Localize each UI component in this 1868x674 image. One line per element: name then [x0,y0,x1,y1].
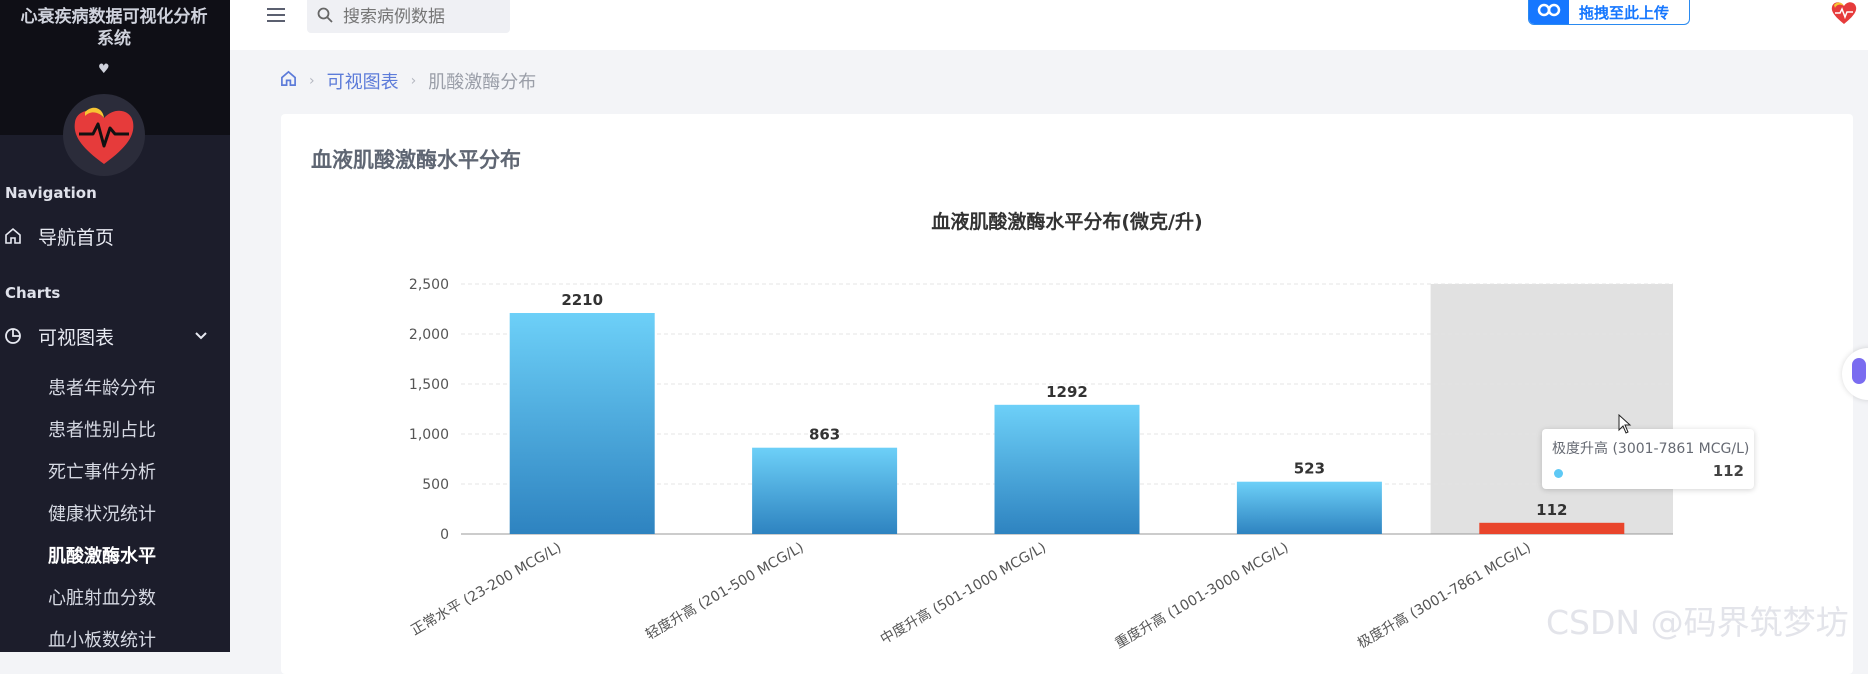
x-tick-label: 轻度升高 (201-500 MCG/L) [643,539,807,643]
x-tick-label: 重度升高 (1001-3000 MCG/L) [1112,539,1291,652]
topbar: 拖拽至此上传 [230,0,1868,50]
sidebar-subitem-ejection[interactable]: 心脏射血分数 [48,584,156,610]
hover-band [1430,284,1673,534]
chevron-down-icon [194,326,208,348]
data-label: 112 [1536,501,1567,519]
y-tick-label: 2,500 [409,277,449,293]
tooltip-title: 极度升高 (3001-7861 MCG/L) [1552,441,1750,457]
tooltip-series-dot [1554,469,1563,478]
data-label: 863 [809,426,840,444]
bar [994,404,1140,534]
x-tick-label: 极度升高 (3001-7861 MCG/L) [1354,539,1533,652]
sidebar-item-charts[interactable]: 可视图表 [0,318,230,354]
upload-button[interactable]: 拖拽至此上传 [1528,0,1690,25]
sidebar-subitem-gender[interactable]: 患者性别占比 [48,416,156,442]
breadcrumb-link[interactable]: 可视图表 [327,68,399,94]
breadcrumb-current: 肌酸激酶分布 [428,72,537,93]
search-icon [317,7,333,27]
data-label: 2210 [561,291,603,309]
mouse-cursor-icon [1618,413,1632,438]
app-logo [63,94,145,176]
sidebar: 心衰疾病数据可视化分析系统 ♥ Navigation 导航首页 Charts 可… [0,0,230,652]
section-navigation: Navigation [5,184,97,202]
search-box [307,0,510,33]
sidebar-subitem-platelets[interactable]: 血小板数统计 [48,626,156,652]
y-tick-label: 1,000 [409,427,449,443]
app-title: 心衰疾病数据可视化分析系统 [20,7,208,49]
heart-logo-icon [74,107,134,164]
sidebar-item-home[interactable]: 导航首页 [0,218,230,254]
y-tick-label: 500 [422,477,449,493]
breadcrumb-separator: › [410,73,417,89]
chart-card: 血液肌酸激酶水平分布 血液肌酸激酶水平分布(微克/升) 0 500 1,000 1,50… [281,114,1853,674]
y-tick-label: 1,500 [409,377,449,393]
chart-tooltip: 极度升高 (3001-7861 MCG/L) 112 [1542,429,1754,489]
breadcrumb: › 可视图表 › 肌酸激酶分布 [280,68,536,94]
tooltip-value: 112 [1712,462,1744,480]
user-avatar-heart-icon[interactable] [1830,0,1858,30]
sidebar-subitem-age[interactable]: 患者年龄分布 [48,374,156,400]
pie-chart-icon [4,327,26,345]
y-tick-label: 0 [440,527,449,543]
home-icon[interactable] [280,70,297,92]
heart-icon: ♥ [98,62,110,77]
bar [1479,522,1625,534]
upload-button-label: 拖拽至此上传 [1579,3,1670,22]
bar [509,313,655,534]
x-tick-label: 正常水平 (23-200 MCG/L) [408,540,564,639]
bar [752,447,898,534]
breadcrumb-separator: › [309,73,315,89]
data-label: 1292 [1046,383,1088,401]
link-icon [1529,0,1569,24]
search-input[interactable] [341,5,495,28]
sidebar-subitem-health[interactable]: 健康状况统计 [48,500,156,526]
sidebar-item-charts-label: 可视图表 [38,326,115,349]
y-tick-label: 2,000 [409,327,449,343]
menu-toggle-icon[interactable] [265,4,287,26]
home-icon [4,227,26,245]
chart-title: 血液肌酸激酶水平分布(微克/升) [931,210,1202,233]
sidebar-subitem-creatine[interactable]: 肌酸激酶水平 [48,542,156,568]
bar [1236,481,1382,534]
sidebar-item-home-label: 导航首页 [38,226,115,249]
watermark: CSDN @码界筑梦坊 [1546,603,1849,642]
x-tick-label: 中度升高 (501-1000 MCG/L) [877,539,1049,648]
sidebar-subitem-death[interactable]: 死亡事件分析 [48,458,156,484]
section-charts: Charts [5,284,61,302]
bar-chart: 血液肌酸激酶水平分布(微克/升) 0 500 1,000 1,500 2,000 2,500… [408,210,1673,652]
data-label: 523 [1294,460,1325,478]
